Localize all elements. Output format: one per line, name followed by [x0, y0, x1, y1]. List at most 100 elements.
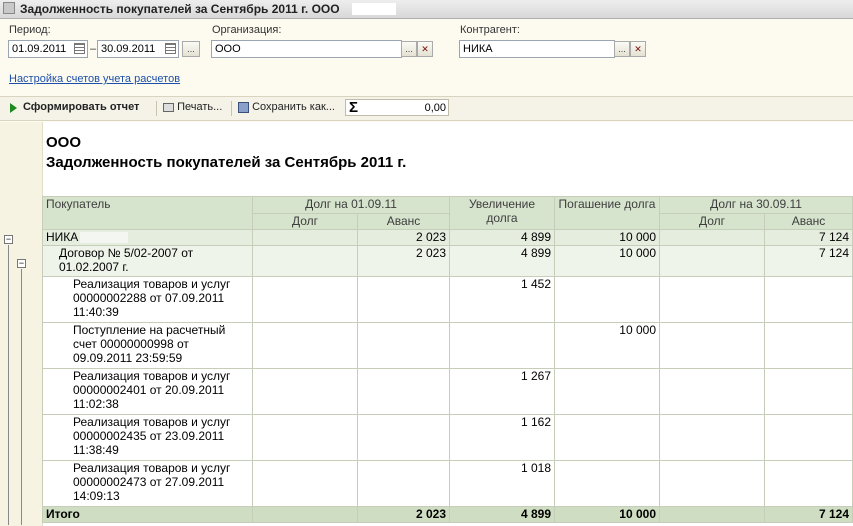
cell-increase: 4 899	[449, 506, 555, 523]
cell-debt-end-debt	[659, 229, 765, 246]
table-row[interactable]: Реализация товаров и услуг 00000002473 о…	[42, 460, 853, 507]
cell-debt-start-debt	[252, 506, 358, 523]
cell-debt-end-debt	[659, 414, 765, 461]
print-button[interactable]: Печать...	[163, 101, 222, 113]
sum-indicator: Σ 0,00	[345, 99, 449, 116]
row-label: Реализация товаров и услуг 00000002288 о…	[42, 276, 253, 323]
sigma-icon: Σ	[349, 99, 359, 116]
org-select-button[interactable]: ...	[401, 41, 417, 57]
redacted-block	[352, 3, 396, 15]
cell-debt-end-debt	[659, 506, 765, 523]
header-increase: Увеличение долга	[449, 196, 555, 230]
table-row[interactable]: Реализация товаров и услуг 00000002401 о…	[42, 368, 853, 415]
period-label: Период:	[9, 24, 51, 36]
cell-debt-end-debt	[659, 245, 765, 277]
cell-debt-start-debt	[252, 229, 358, 246]
cell-debt-end-advance: 7 124	[764, 245, 853, 277]
cell-debt-end-debt	[659, 276, 765, 323]
cell-repayment	[554, 414, 660, 461]
contractor-field[interactable]: НИКА	[459, 40, 615, 58]
row-label: Реализация товаров и услуг 00000002435 о…	[42, 414, 253, 461]
redacted-block	[80, 232, 129, 244]
window-titlebar: Задолженность покупателей за Сентябрь 20…	[0, 0, 853, 19]
org-field[interactable]: ООО	[211, 40, 402, 58]
collapse-contract-icon[interactable]: −	[17, 259, 26, 268]
cell-increase: 4 899	[449, 229, 555, 246]
generate-report-button[interactable]: Сформировать отчет	[23, 101, 139, 113]
cell-debt-start-advance: 2 023	[357, 245, 450, 277]
row-label: Реализация товаров и услуг 00000002401 о…	[42, 368, 253, 415]
cell-debt-end-advance	[764, 322, 853, 369]
save-as-label: Сохранить как...	[252, 101, 335, 113]
cell-repayment: 10 000	[554, 229, 660, 246]
cell-debt-start-advance	[357, 276, 450, 323]
header-debt: Долг	[659, 213, 765, 230]
print-label: Печать...	[177, 101, 223, 113]
cell-debt-end-advance	[764, 414, 853, 461]
play-icon	[10, 103, 17, 113]
report-table: Покупатель Долг на 01.09.11 Увеличение д…	[42, 196, 853, 523]
cell-repayment	[554, 276, 660, 323]
cell-increase: 1 452	[449, 276, 555, 323]
cell-debt-start-advance: 2 023	[357, 229, 450, 246]
date-to-field[interactable]: 30.09.2011	[97, 40, 179, 58]
table-row[interactable]: Поступление на расчетный счет 0000000099…	[42, 322, 853, 369]
cell-debt-start-advance: 2 023	[357, 506, 450, 523]
org-clear-button[interactable]: ✕	[417, 41, 433, 57]
cell-repayment	[554, 460, 660, 507]
contractor-select-button[interactable]: ...	[614, 41, 630, 57]
row-label: Договор № 5/02-2007 от 01.02.2007 г.	[42, 245, 253, 277]
header-debt-end: Долг на 30.09.11	[659, 196, 853, 214]
cell-debt-end-advance: 7 124	[764, 506, 853, 523]
calendar-icon[interactable]	[74, 43, 85, 54]
cell-repayment: 10 000	[554, 245, 660, 277]
cell-debt-start-advance	[357, 460, 450, 507]
cell-repayment: 10 000	[554, 506, 660, 523]
cell-debt-start-debt	[252, 414, 358, 461]
redacted-block	[497, 43, 536, 55]
total-label: Итого	[42, 506, 253, 523]
header-row: Покупатель Долг на 01.09.11 Увеличение д…	[42, 196, 853, 230]
row-label: Реализация товаров и услуг 00000002473 о…	[42, 460, 253, 507]
cell-increase	[449, 322, 555, 369]
date-from-field[interactable]: 01.09.2011	[8, 40, 88, 58]
grouping-gutter: − −	[0, 122, 43, 526]
window-title: Задолженность покупателей за Сентябрь 20…	[20, 2, 340, 16]
cell-debt-end-advance	[764, 460, 853, 507]
table-row[interactable]: НИКА 2 023 4 899 10 000 7 124	[42, 229, 853, 246]
cell-debt-start-advance	[357, 368, 450, 415]
cell-debt-end-advance	[764, 276, 853, 323]
toolbar-divider	[156, 101, 157, 116]
report-title: Задолженность покупателей за Сентябрь 20…	[46, 154, 407, 171]
cell-debt-end-debt	[659, 460, 765, 507]
cell-debt-start-debt	[252, 460, 358, 507]
settings-link[interactable]: Настройка счетов учета расчетов	[9, 73, 180, 85]
cell-debt-end-advance: 7 124	[764, 229, 853, 246]
cell-debt-start-debt	[252, 322, 358, 369]
cell-repayment: 10 000	[554, 322, 660, 369]
cell-repayment	[554, 368, 660, 415]
cell-debt-end-debt	[659, 368, 765, 415]
header-advance: Аванс	[764, 213, 853, 230]
printer-icon	[163, 102, 174, 112]
window-icon	[3, 2, 15, 14]
report-org-name: ООО	[46, 134, 82, 151]
contractor-clear-button[interactable]: ✕	[630, 41, 646, 57]
table-row[interactable]: Реализация товаров и услуг 00000002435 о…	[42, 414, 853, 461]
header-debt-start: Долг на 01.09.11	[252, 196, 450, 214]
date-separator: –	[90, 43, 97, 55]
table-row[interactable]: Реализация товаров и услуг 00000002288 о…	[42, 276, 853, 323]
cell-debt-start-advance	[357, 414, 450, 461]
save-as-button[interactable]: Сохранить как...	[238, 101, 335, 113]
period-more-button[interactable]: ...	[182, 41, 200, 57]
total-row: Итого 2 023 4 899 10 000 7 124	[42, 506, 853, 523]
cell-increase: 1 267	[449, 368, 555, 415]
floppy-icon	[238, 101, 249, 113]
contractor-value: НИКА	[463, 43, 493, 55]
collapse-group-icon[interactable]: −	[4, 235, 13, 244]
row-label: Поступление на расчетный счет 0000000099…	[42, 322, 253, 369]
tree-line	[21, 269, 22, 525]
table-row[interactable]: Договор № 5/02-2007 от 01.02.2007 г. 2 0…	[42, 245, 853, 277]
calendar-icon[interactable]	[165, 43, 176, 54]
header-buyer: Покупатель	[42, 196, 253, 230]
